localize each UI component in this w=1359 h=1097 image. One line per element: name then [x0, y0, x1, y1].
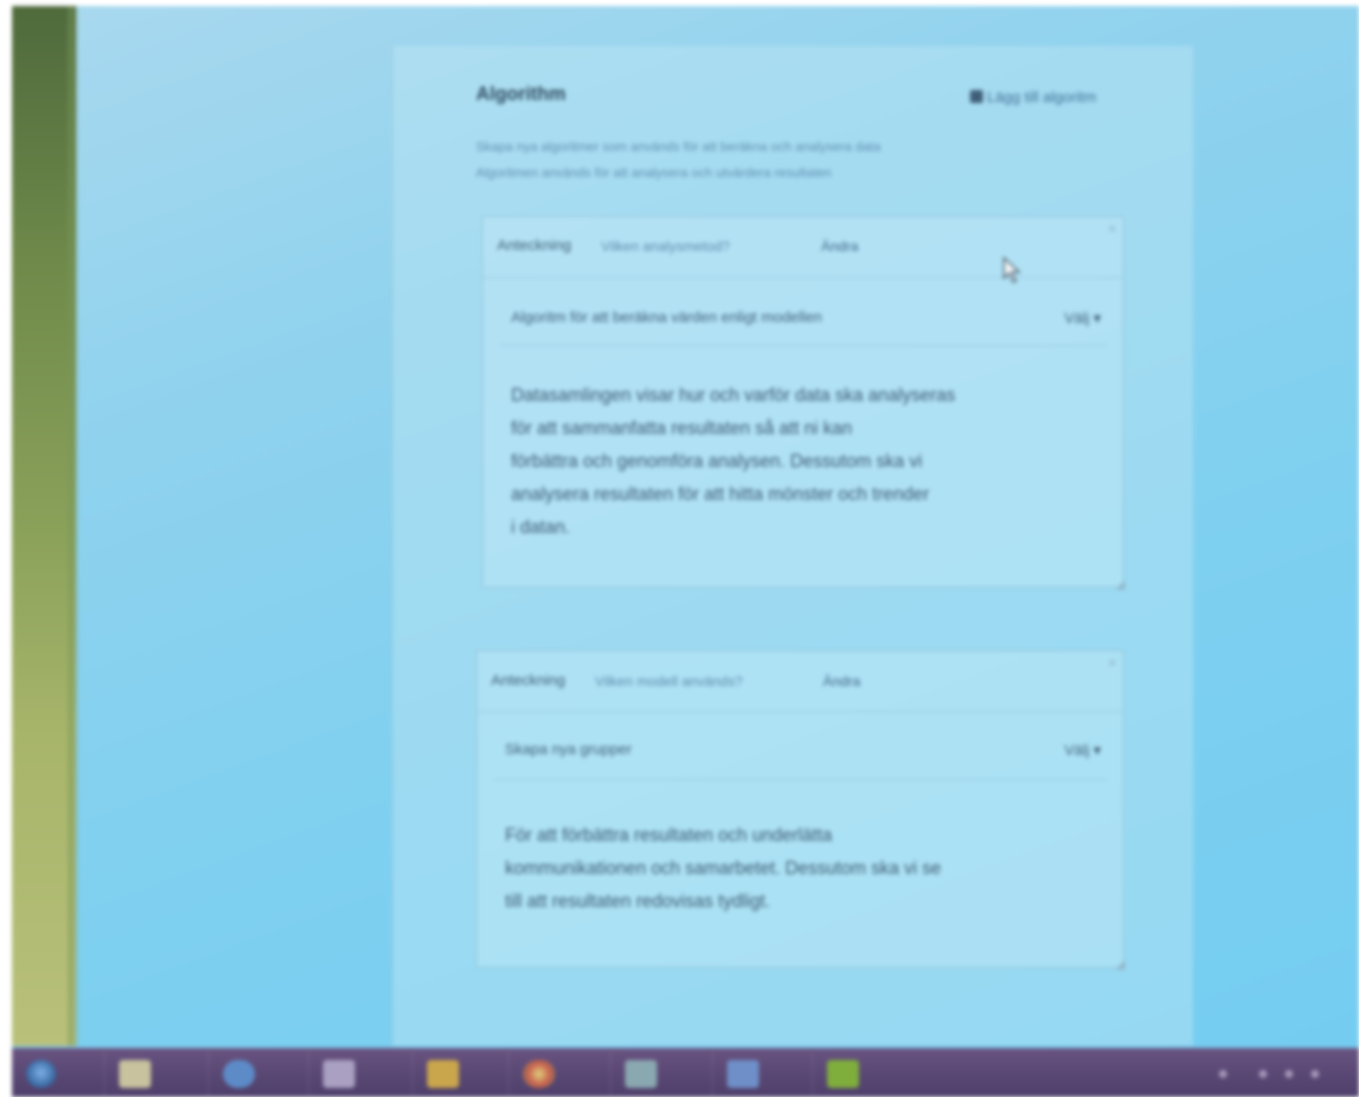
taskbar-app[interactable]	[712, 1052, 777, 1096]
add-algorithm-button[interactable]: Lägg till algoritm	[970, 89, 1096, 106]
note-row-title: Algoritm för att beräkna värden enligt m…	[511, 309, 823, 326]
note-body: För att förbättra resultaten och underlä…	[505, 819, 1105, 918]
note-card-header: Anteckning Vilken modell används? Ändra …	[477, 651, 1123, 712]
tray-icon[interactable]	[1259, 1070, 1267, 1078]
chrome-icon	[523, 1060, 555, 1088]
note-select-row: Skapa nya grupper Välj ▾	[493, 723, 1107, 780]
note-meta: Vilken analysmetod?	[601, 238, 730, 254]
resize-handle-icon[interactable]: ◢	[1116, 957, 1125, 971]
file-explorer-icon	[119, 1060, 151, 1088]
add-algorithm-label: Lägg till algoritm	[987, 89, 1097, 106]
note-label: Anteckning	[497, 237, 572, 254]
note-card-2: Anteckning Vilken modell används? Ändra …	[476, 650, 1125, 971]
note-label: Anteckning	[491, 672, 566, 689]
note-body-line: kommunikationen och samarbetet. Dessutom…	[505, 858, 942, 878]
note-select-row: Algoritm för att beräkna värden enligt m…	[499, 293, 1107, 346]
note-card-1: Anteckning Vilken analysmetod? Ändra × A…	[482, 216, 1125, 591]
taskbar-app[interactable]	[308, 1052, 373, 1096]
media-player-icon	[323, 1060, 355, 1088]
start-button[interactable]	[16, 1052, 80, 1096]
start-icon	[26, 1060, 56, 1088]
tray-icon[interactable]	[1311, 1070, 1319, 1078]
desktop-edge-shadow	[68, 6, 80, 1046]
note-edit-link[interactable]: Ändra	[823, 673, 860, 689]
note-row-select[interactable]: Välj ▾	[1064, 741, 1101, 759]
close-icon[interactable]: ×	[1108, 655, 1117, 673]
internet-explorer-icon	[223, 1060, 255, 1088]
notes-icon	[827, 1060, 859, 1088]
desktop-edge	[12, 6, 76, 1046]
taskbar-app[interactable]	[812, 1052, 877, 1096]
note-body-line: analysera resultaten för att hitta mönst…	[511, 484, 930, 504]
mouse-cursor-icon	[1003, 256, 1021, 283]
note-card-header: Anteckning Vilken analysmetod? Ändra ×	[483, 217, 1123, 278]
note-meta: Vilken modell används?	[595, 673, 743, 689]
note-body-line: för att sammanfatta resultaten så att ni…	[511, 418, 853, 438]
taskbar	[12, 1048, 1359, 1097]
taskbar-app[interactable]	[610, 1052, 675, 1096]
taskbar-app[interactable]	[208, 1052, 273, 1096]
section-title: Algorithm	[476, 84, 566, 105]
section-description-line-2: Algoritmen används för att analysera och…	[476, 165, 832, 180]
taskbar-app[interactable]	[412, 1052, 477, 1096]
note-body-line: Datasamlingen visar hur och varför data …	[511, 385, 956, 405]
resize-handle-icon[interactable]: ◢	[1116, 577, 1125, 591]
note-body-line: till att resultaten redovisas tydligt.	[505, 891, 771, 911]
section-description-line-1: Skapa nya algoritmer som används för att…	[476, 139, 881, 154]
system-tray	[1219, 1066, 1339, 1080]
note-row-title: Skapa nya grupper	[505, 741, 632, 758]
lock-icon	[970, 90, 983, 103]
tray-icon[interactable]	[1285, 1070, 1293, 1078]
outlook-icon	[625, 1060, 657, 1088]
screen: Algorithm Lägg till algoritm Skapa nya a…	[12, 6, 1359, 1097]
note-edit-link[interactable]: Ändra	[821, 238, 858, 254]
note-row-select[interactable]: Välj ▾	[1064, 309, 1101, 327]
paint-icon	[427, 1060, 459, 1088]
note-body-line: förbättra och genomföra analysen. Dessut…	[511, 451, 923, 471]
note-body-line: För att förbättra resultaten och underlä…	[505, 825, 833, 845]
note-body: Datasamlingen visar hur och varför data …	[511, 379, 1101, 544]
tray-icon[interactable]	[1219, 1070, 1227, 1078]
photo-of-monitor: Algorithm Lägg till algoritm Skapa nya a…	[0, 0, 1359, 1097]
taskbar-app[interactable]	[508, 1052, 573, 1096]
note-body-line: i datan.	[511, 517, 571, 537]
close-icon[interactable]: ×	[1108, 221, 1117, 239]
taskbar-app[interactable]	[104, 1052, 169, 1096]
word-icon	[727, 1060, 759, 1088]
